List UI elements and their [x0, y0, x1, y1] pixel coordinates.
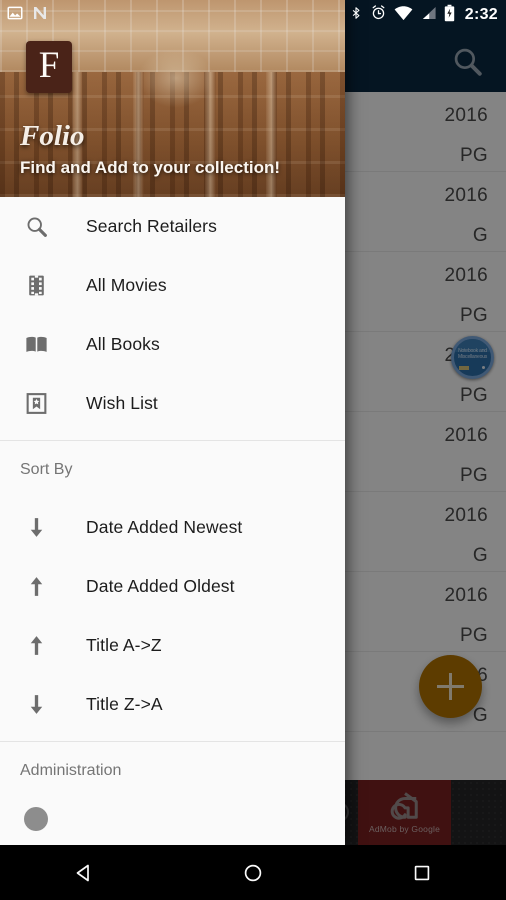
sidebar-item-label: Search Retailers — [86, 216, 217, 236]
sidebar-item-date-added-oldest[interactable]: Date Added Oldest — [0, 557, 345, 616]
android-navigation-bar — [0, 845, 506, 900]
administration-section-title: Administration — [20, 761, 122, 779]
sidebar-item-label: Wish List — [86, 393, 158, 413]
arrow-down-icon — [18, 692, 54, 717]
sort-section-title: Sort By — [20, 460, 73, 478]
sidebar-item-all-books[interactable]: All Books — [0, 315, 345, 374]
sidebar-item-label: Title Z->A — [86, 694, 163, 714]
drawer-menu: Search Retailers All Movies All Books Wi… — [0, 197, 345, 831]
sidebar-item-label: Date Added Oldest — [86, 576, 235, 596]
sidebar-item-label: All Books — [86, 334, 160, 354]
film-strip-icon — [18, 273, 54, 298]
drawer-header: F Folio Find and Add to your collection! — [0, 0, 345, 197]
app-logo: F — [26, 41, 72, 93]
sidebar-item-label: All Movies — [86, 275, 167, 295]
sidebar-item-date-added-newest[interactable]: Date Added Newest — [0, 498, 345, 557]
app-tagline: Find and Add to your collection! — [20, 158, 281, 177]
phone-screen: 2016 PG 2016 G 2016 PG 2016 PG 2016 PG 2… — [0, 0, 506, 900]
recents-icon[interactable] — [390, 853, 454, 893]
sidebar-item-title-a-z[interactable]: Title A->Z — [0, 616, 345, 675]
sidebar-item-wish-list[interactable]: Wish List — [0, 374, 345, 433]
settings-icon[interactable] — [24, 807, 48, 831]
open-book-icon — [18, 331, 54, 358]
arrow-up-icon — [18, 574, 54, 599]
arrow-down-icon — [18, 515, 54, 540]
sidebar-item-all-movies[interactable]: All Movies — [0, 256, 345, 315]
sidebar-item-label: Date Added Newest — [86, 517, 243, 537]
sidebar-item-label: Title A->Z — [86, 635, 162, 655]
app-title: Folio — [20, 120, 85, 152]
bookmark-star-icon — [18, 391, 54, 416]
back-icon[interactable] — [52, 853, 116, 893]
app-logo-letter: F — [38, 44, 60, 86]
sidebar-item-title-z-a[interactable]: Title Z->A — [0, 675, 345, 734]
navigation-drawer: F Folio Find and Add to your collection!… — [0, 0, 345, 845]
arrow-up-icon — [18, 633, 54, 658]
home-icon[interactable] — [221, 853, 285, 893]
sidebar-item-search-retailers[interactable]: Search Retailers — [0, 197, 345, 256]
search-icon — [18, 214, 54, 239]
